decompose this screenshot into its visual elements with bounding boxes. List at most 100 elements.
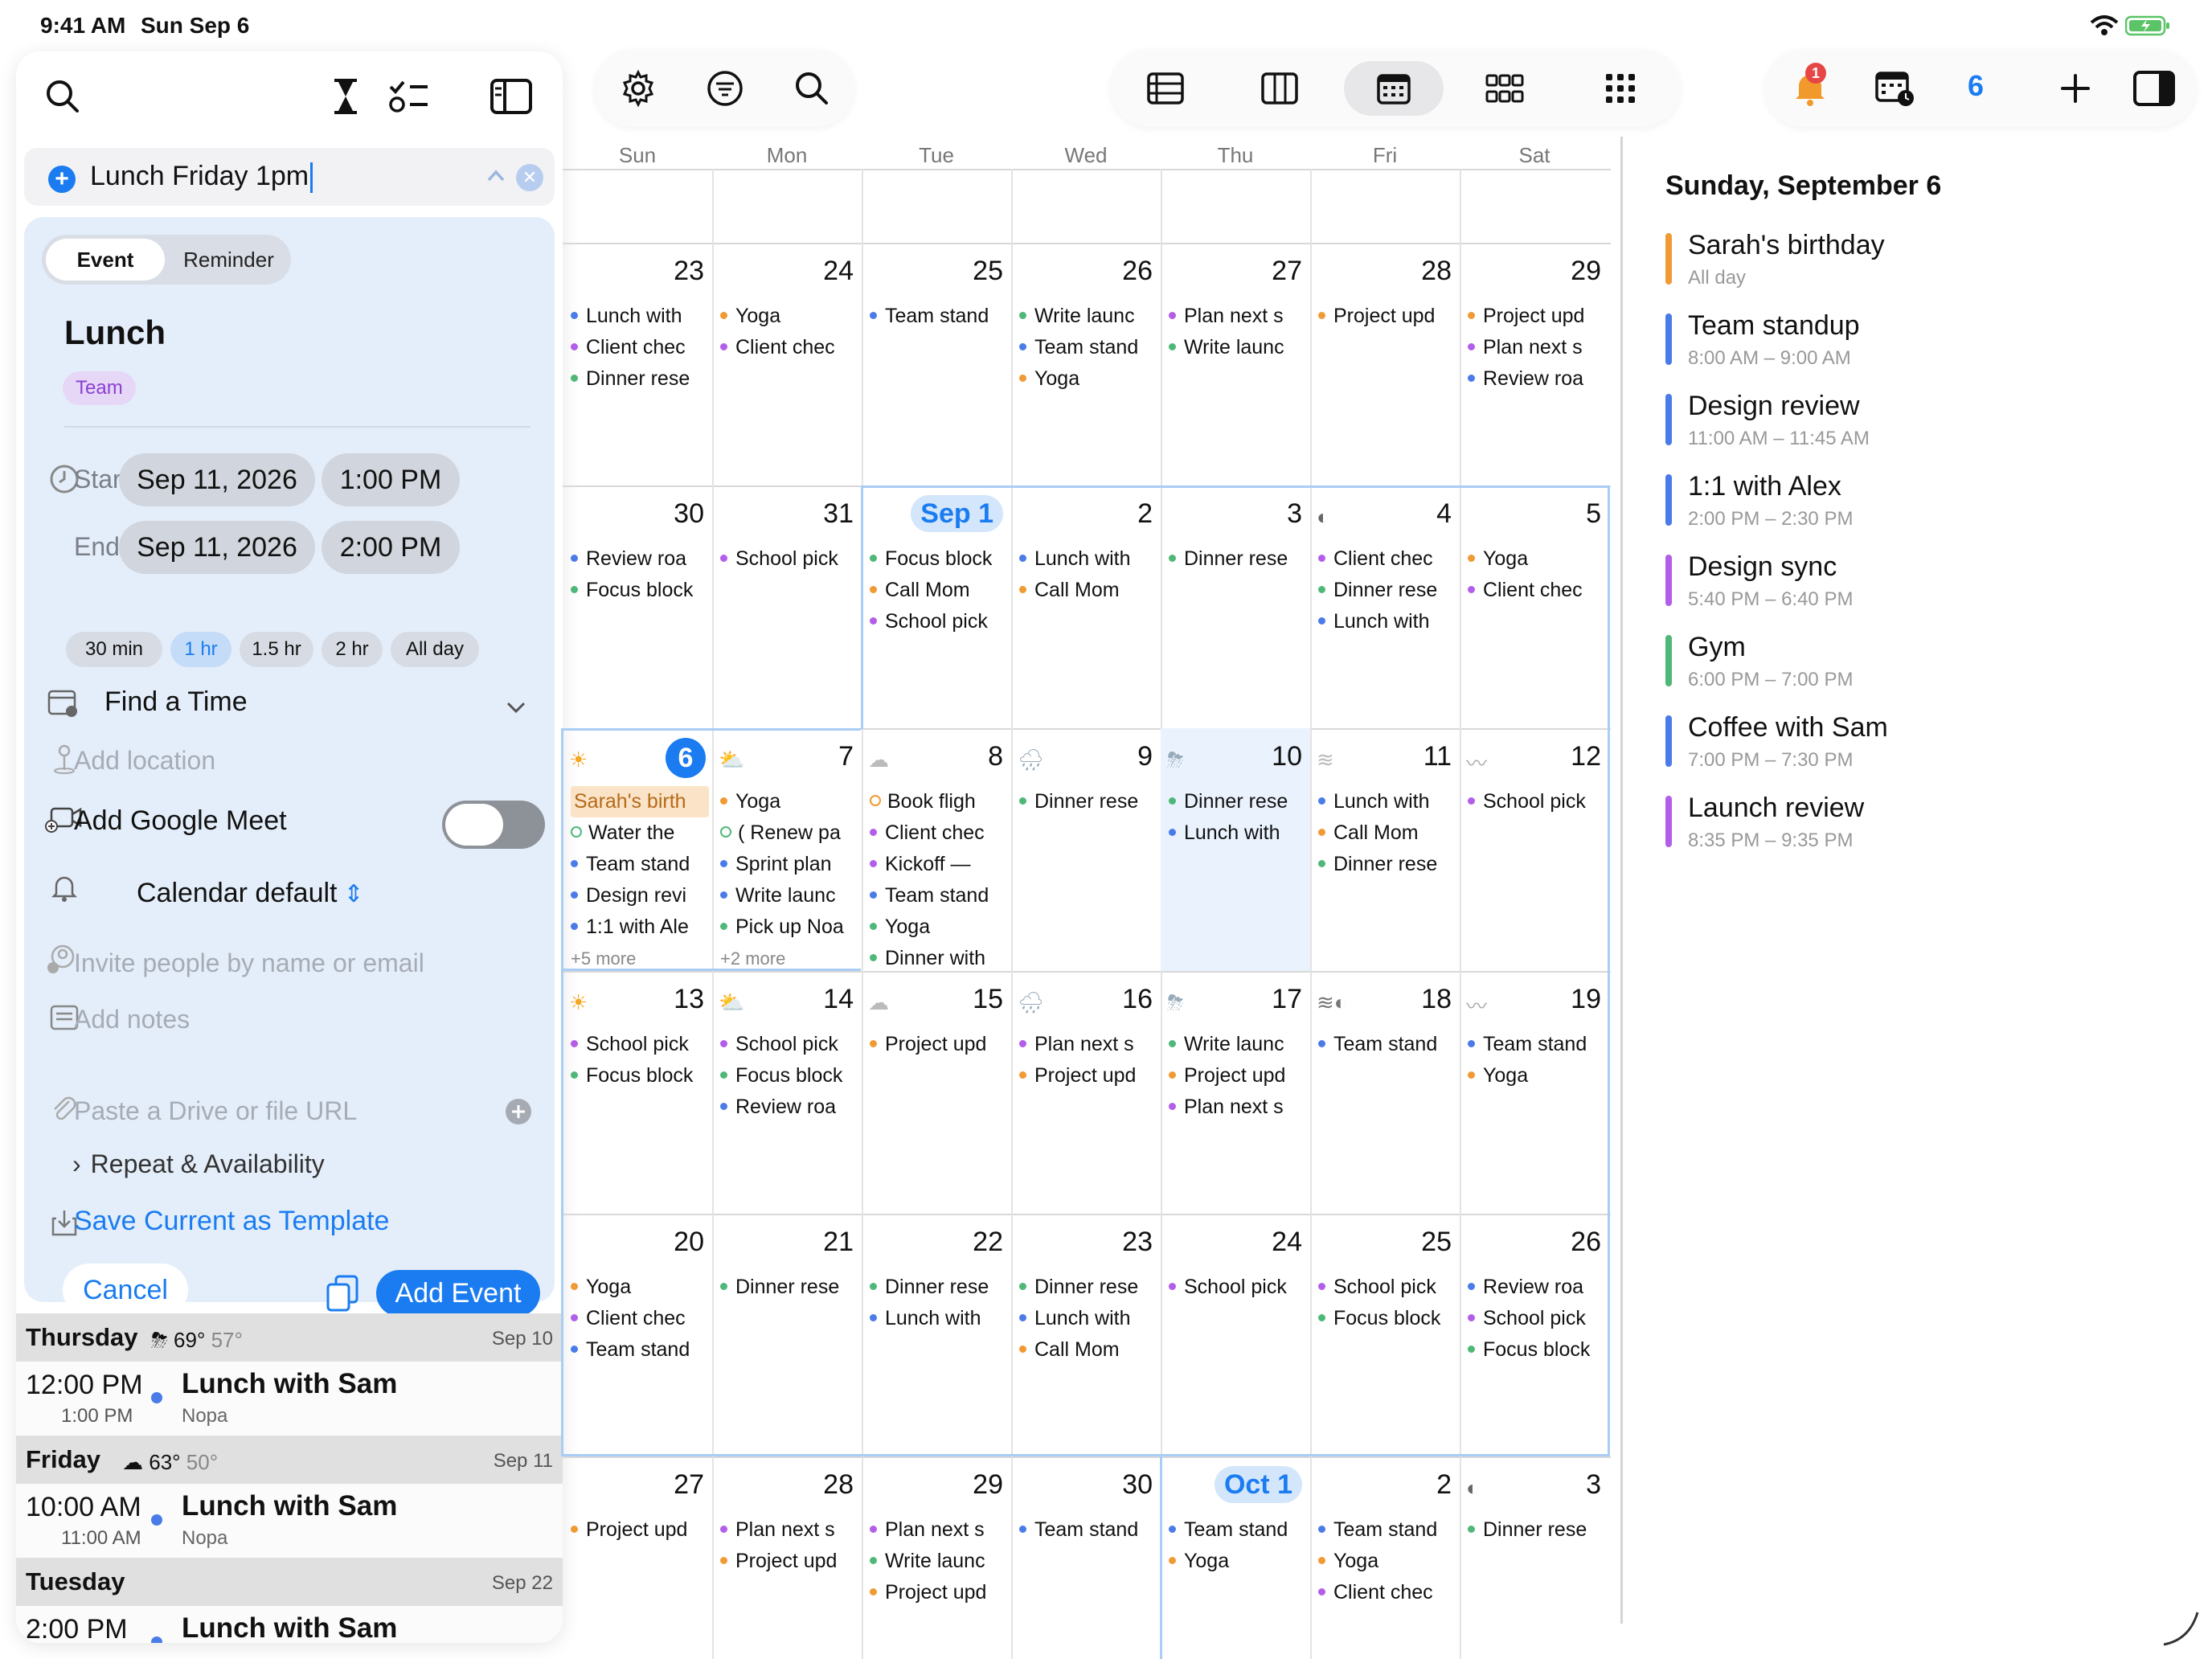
sidebar-toggle-icon[interactable] <box>485 71 537 122</box>
day-cell[interactable]: Sep 1 Focus block Call Mom School pick <box>862 485 1011 728</box>
day-cell[interactable]: 31 School pick <box>712 485 862 728</box>
day-event-item[interactable]: Launch review 8:35 PM – 9:35 PM <box>1665 793 2180 857</box>
calendar-event[interactable]: Project upd <box>1169 1060 1307 1092</box>
calendar-event[interactable]: School pick <box>1468 1303 1606 1334</box>
calendar-chip[interactable]: Team <box>63 371 136 405</box>
day-cell[interactable]: 30 Review roa Focus block <box>563 485 712 728</box>
calendar-event[interactable]: Client chec <box>870 817 1008 849</box>
day-cell[interactable]: 28 Project upd <box>1310 243 1460 485</box>
day-cell[interactable]: 27 Project upd <box>563 1456 712 1659</box>
calendar-event[interactable]: Call Mom <box>1019 1334 1157 1366</box>
duration-2hr[interactable]: 2 hr <box>322 632 383 667</box>
day-cell[interactable]: 5 Yoga Client chec <box>1460 485 1609 728</box>
calendar-event[interactable]: Dinner rese <box>571 363 709 395</box>
day-cell[interactable]: 25 School pick Focus block <box>1310 1214 1460 1456</box>
calendar-event[interactable]: Write launc <box>870 1546 1008 1577</box>
calendar-event[interactable]: Review roa <box>720 1092 858 1123</box>
day-event-item[interactable]: Design sync 5:40 PM – 6:40 PM <box>1665 551 2180 616</box>
notes-field[interactable]: Add notes <box>74 1005 190 1034</box>
calendar-event[interactable]: Team stand <box>1019 332 1157 363</box>
calendar-event[interactable]: Dinner rese <box>1468 1514 1606 1546</box>
calendar-event[interactable]: Sprint plan <box>720 849 858 880</box>
calendar-event[interactable]: Yoga <box>720 301 858 332</box>
calendar-event[interactable]: Dinner rese <box>1318 575 1456 606</box>
day-cell[interactable]: 29 Plan next s Write launc Project upd <box>862 1456 1011 1659</box>
calendar-event[interactable]: Write launc <box>1169 1029 1307 1060</box>
calendar-event[interactable]: School pick <box>720 1029 858 1060</box>
clear-icon[interactable]: ✕ <box>516 164 543 191</box>
calendar-event[interactable]: Client chec <box>1318 543 1456 575</box>
day-event-item[interactable]: 1:1 with Alex 2:00 PM – 2:30 PM <box>1665 471 2180 535</box>
calendar-event[interactable]: School pick <box>720 543 858 575</box>
calendar-event[interactable]: Dinner rese <box>1019 786 1157 817</box>
day-cell[interactable]: 11 ≋ Lunch with Call Mom Dinner rese <box>1310 728 1460 971</box>
calendar-event[interactable]: ( Renew pa <box>720 817 858 849</box>
chevron-up-icon[interactable] <box>482 162 510 190</box>
calendar-event[interactable]: Project upd <box>1318 301 1456 332</box>
calendar-event[interactable]: Lunch with <box>870 1303 1008 1334</box>
alert-select[interactable]: Calendar default ⇕ <box>137 878 364 909</box>
google-meet-toggle[interactable] <box>442 801 545 849</box>
location-field[interactable]: Add location <box>74 746 215 776</box>
day-cell[interactable]: 21 Dinner rese <box>712 1214 862 1456</box>
day-cell[interactable]: 4 ◐ Client chec Dinner rese Lunch with <box>1310 485 1460 728</box>
calendar-event[interactable]: Write launc <box>720 880 858 911</box>
calendar-event[interactable]: Team stand <box>571 1334 709 1366</box>
agenda-item[interactable]: 2:00 PM Lunch with Sam <box>16 1606 563 1643</box>
calendar-event[interactable]: School pick <box>1318 1272 1456 1303</box>
day-cell[interactable]: 22 Dinner rese Lunch with <box>862 1214 1011 1456</box>
calendar-event[interactable]: Team stand <box>1318 1029 1456 1060</box>
calendar-event[interactable]: Lunch with <box>571 301 709 332</box>
calendar-event[interactable]: Plan next s <box>720 1514 858 1546</box>
day-cell[interactable]: 12 〰 School pick <box>1460 728 1609 971</box>
duration-1-5hr[interactable]: 1.5 hr <box>240 632 313 667</box>
hourglass-icon[interactable] <box>320 71 371 122</box>
calendar-event[interactable]: Project upd <box>571 1514 709 1546</box>
calendar-event[interactable]: Focus block <box>571 575 709 606</box>
day-event-item[interactable]: Sarah's birthday All day <box>1665 230 2180 294</box>
calendar-event[interactable]: Call Mom <box>870 575 1008 606</box>
day-cell[interactable]: 24 School pick <box>1161 1214 1310 1456</box>
calendar-event[interactable]: Client chec <box>1468 575 1606 606</box>
day-cell[interactable]: 18 ≋◐ Team stand <box>1310 971 1460 1214</box>
calendar-event[interactable]: Plan next s <box>1019 1029 1157 1060</box>
year-grid-view-icon[interactable] <box>1477 61 1532 116</box>
cancel-button[interactable]: Cancel <box>63 1264 188 1317</box>
calendar-event[interactable]: Project upd <box>870 1577 1008 1608</box>
calendar-event[interactable]: Team stand <box>1318 1514 1456 1546</box>
calendar-event[interactable]: Yoga <box>720 786 858 817</box>
day-cell[interactable]: 26 Review roa School pick Focus block <box>1460 1214 1609 1456</box>
calendar-event[interactable]: Design revi <box>571 880 709 911</box>
calendar-event[interactable]: Dinner rese <box>1169 786 1307 817</box>
segment-event[interactable]: Event <box>46 239 165 281</box>
calendar-event[interactable]: Yoga <box>1318 1546 1456 1577</box>
add-event-button[interactable]: Add Event <box>376 1270 540 1317</box>
calendar-event[interactable]: Pick up Noa <box>720 911 858 943</box>
day-event-item[interactable]: Coffee with Sam 7:00 PM – 7:30 PM <box>1665 712 2180 776</box>
day-cell[interactable]: 26 Write launc Team stand Yoga <box>1011 243 1161 485</box>
calendar-event[interactable]: Plan next s <box>1169 1092 1307 1123</box>
calendar-event[interactable]: Team stand <box>1468 1029 1606 1060</box>
calendar-event[interactable]: Dinner rese <box>720 1272 858 1303</box>
calendar-event[interactable]: Lunch with <box>1318 606 1456 637</box>
calendar-event[interactable]: Project upd <box>1019 1060 1157 1092</box>
all-day-event[interactable]: Sarah's birth <box>571 786 709 817</box>
calendar-event[interactable]: Review roa <box>571 543 709 575</box>
day-cell[interactable]: 30 Team stand <box>1011 1456 1161 1659</box>
calendar-event[interactable]: Project upd <box>1468 301 1606 332</box>
agenda-item[interactable]: 12:00 PM 1:00 PM Lunch with Sam Nopa <box>16 1362 563 1436</box>
today-count[interactable]: 6 <box>1968 69 1984 103</box>
day-cell[interactable]: 13 ☀ School pick Focus block <box>563 971 712 1214</box>
day-cell[interactable]: 28 Plan next s Project upd <box>712 1456 862 1659</box>
day-cell[interactable]: 19 〰 Team stand Yoga <box>1460 971 1609 1214</box>
calendar-event[interactable]: Review roa <box>1468 363 1606 395</box>
agenda-item[interactable]: 10:00 AM 11:00 AM Lunch with Sam Nopa <box>16 1484 563 1558</box>
calendar-event[interactable]: Review roa <box>1468 1272 1606 1303</box>
day-cell[interactable]: 15 ☁ Project upd <box>862 971 1011 1214</box>
calendar-event[interactable]: Client chec <box>1318 1577 1456 1608</box>
calendar-event[interactable]: Kickoff — <box>870 849 1008 880</box>
calendar-event[interactable]: Dinner rese <box>1019 1272 1157 1303</box>
copy-icon[interactable] <box>325 1273 360 1313</box>
calendar-event[interactable]: Water the <box>571 817 709 849</box>
day-event-item[interactable]: Design review 11:00 AM – 11:45 AM <box>1665 391 2180 455</box>
